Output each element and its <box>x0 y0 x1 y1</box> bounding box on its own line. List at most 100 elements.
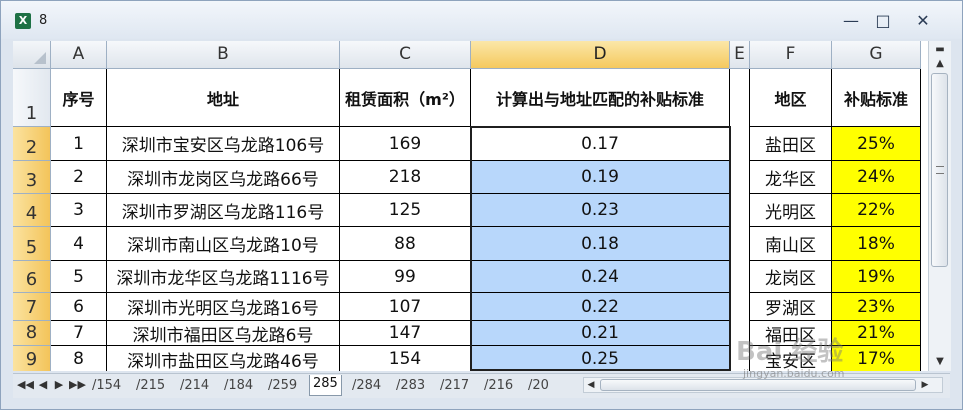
row-header-4[interactable]: 4 <box>13 194 51 227</box>
cell-area[interactable]: 107 <box>340 293 471 321</box>
first-sheet-icon[interactable]: ◀◀ <box>17 378 34 391</box>
column-header-e[interactable]: E <box>730 41 750 69</box>
cell-calc[interactable]: 0.23 <box>471 194 730 227</box>
column-header-g[interactable]: G <box>832 41 921 69</box>
sheet-tab-284[interactable]: /284 <box>349 377 384 395</box>
cell-e6[interactable] <box>730 261 750 293</box>
cell-address[interactable]: 深圳市福田区乌龙路6号 <box>107 321 340 346</box>
next-sheet-icon[interactable]: ▶ <box>53 378 65 391</box>
row-header-8[interactable]: 8 <box>13 321 51 346</box>
cell-calc[interactable]: 0.19 <box>471 161 730 194</box>
column-header-b[interactable]: B <box>107 41 340 69</box>
prev-sheet-icon[interactable]: ◀ <box>37 378 49 391</box>
cell-district[interactable]: 龙华区 <box>750 161 832 194</box>
cell-standard[interactable]: 18% <box>832 227 921 261</box>
cell-calc[interactable]: 0.21 <box>471 321 730 346</box>
cell-standard[interactable]: 24% <box>832 161 921 194</box>
cell-address[interactable]: 深圳市龙岗区乌龙路66号 <box>107 161 340 194</box>
cell-seq[interactable]: 2 <box>51 161 107 194</box>
column-header-c[interactable]: C <box>340 41 471 69</box>
row-header-9[interactable]: 9 <box>13 346 51 371</box>
cell-e5[interactable] <box>730 227 750 261</box>
cell-e1[interactable] <box>730 69 750 127</box>
horizontal-scroll-thumb[interactable] <box>600 379 916 391</box>
cell-standard[interactable]: 22% <box>832 194 921 227</box>
cell-area[interactable]: 218 <box>340 161 471 194</box>
column-header-a[interactable]: A <box>51 41 107 69</box>
cell-address[interactable]: 深圳市光明区乌龙路16号 <box>107 293 340 321</box>
header-cell-seq[interactable]: 序号 <box>51 69 107 127</box>
sheet-tab-214[interactable]: /214 <box>177 377 212 395</box>
cell-calc[interactable]: 0.24 <box>471 261 730 293</box>
cell-standard[interactable]: 23% <box>832 293 921 321</box>
cell-seq[interactable]: 6 <box>51 293 107 321</box>
scroll-down-arrow-icon[interactable]: ▼ <box>932 355 948 369</box>
sheet-tab-217[interactable]: /217 <box>437 377 472 395</box>
cell-standard[interactable]: 21% <box>832 321 921 346</box>
last-sheet-icon[interactable]: ▶▶ <box>69 378 86 391</box>
scroll-right-arrow-icon[interactable]: ▶ <box>918 378 932 392</box>
vertical-scroll-thumb[interactable] <box>931 73 948 267</box>
cell-district[interactable]: 罗湖区 <box>750 293 832 321</box>
cell-district[interactable]: 南山区 <box>750 227 832 261</box>
close-icon[interactable]: ✕ <box>909 11 937 31</box>
cell-seq[interactable]: 1 <box>51 127 107 161</box>
select-all-corner[interactable] <box>13 41 51 69</box>
row-header-7[interactable]: 7 <box>13 293 51 321</box>
cell-calc[interactable]: 0.17 <box>471 127 730 161</box>
cell-district[interactable]: 龙岗区 <box>750 261 832 293</box>
cell-area[interactable]: 88 <box>340 227 471 261</box>
cell-calc[interactable]: 0.22 <box>471 293 730 321</box>
cell-address[interactable]: 深圳市宝安区乌龙路106号 <box>107 127 340 161</box>
cell-address[interactable]: 深圳市罗湖区乌龙路116号 <box>107 194 340 227</box>
scroll-left-arrow-icon[interactable]: ◀ <box>584 378 598 392</box>
title-bar[interactable]: X 8 — □ ✕ <box>1 1 962 39</box>
header-cell-standard[interactable]: 补贴标准 <box>832 69 921 127</box>
cell-area[interactable]: 125 <box>340 194 471 227</box>
cell-area[interactable]: 154 <box>340 346 471 371</box>
column-header-d[interactable]: D <box>471 41 730 69</box>
row-header-6[interactable]: 6 <box>13 261 51 293</box>
cell-district[interactable]: 盐田区 <box>750 127 832 161</box>
header-cell-address[interactable]: 地址 <box>107 69 340 127</box>
worksheet-grid[interactable]: A B C D E F G 1 2 3 4 5 6 7 8 9 序号 地址 租赁面积（m²） 计算出与地址匹配的补贴标… <box>13 41 928 371</box>
cell-standard[interactable]: 19% <box>832 261 921 293</box>
cell-standard[interactable]: 17% <box>832 346 921 371</box>
cell-e2[interactable] <box>730 127 750 161</box>
row-header-1[interactable]: 1 <box>13 69 51 127</box>
header-cell-district[interactable]: 地区 <box>750 69 832 127</box>
minimize-icon[interactable]: — <box>837 11 865 31</box>
sheet-tab-285[interactable]: 285 <box>309 375 342 396</box>
column-header-f[interactable]: F <box>750 41 832 69</box>
cell-area[interactable]: 169 <box>340 127 471 161</box>
vertical-scrollbar[interactable]: ▬ ▲ ▼ <box>928 41 951 371</box>
cell-e4[interactable] <box>730 194 750 227</box>
cell-calc[interactable]: 0.18 <box>471 227 730 261</box>
cell-e7[interactable] <box>730 293 750 321</box>
row-header-5[interactable]: 5 <box>13 227 51 261</box>
sheet-tab-154[interactable]: /154 <box>89 377 124 395</box>
header-cell-calc[interactable]: 计算出与地址匹配的补贴标准 <box>471 69 730 127</box>
sheet-tab-216[interactable]: /216 <box>481 377 516 395</box>
sheet-tab-20[interactable]: /20 <box>525 377 552 395</box>
sheet-tab-259[interactable]: /259 <box>265 377 300 395</box>
cell-seq[interactable]: 5 <box>51 261 107 293</box>
cell-e3[interactable] <box>730 161 750 194</box>
cell-standard[interactable]: 25% <box>832 127 921 161</box>
cell-area[interactable]: 147 <box>340 321 471 346</box>
header-cell-area[interactable]: 租赁面积（m²） <box>340 69 471 127</box>
row-header-2[interactable]: 2 <box>13 127 51 161</box>
cell-address[interactable]: 深圳市龙华区乌龙路1116号 <box>107 261 340 293</box>
cell-seq[interactable]: 8 <box>51 346 107 371</box>
split-handle[interactable]: ▬ <box>932 43 948 57</box>
cell-district[interactable]: 光明区 <box>750 194 832 227</box>
row-header-3[interactable]: 3 <box>13 161 51 194</box>
cell-address[interactable]: 深圳市盐田区乌龙路46号 <box>107 346 340 371</box>
sheet-tab-283[interactable]: /283 <box>393 377 428 395</box>
cell-seq[interactable]: 7 <box>51 321 107 346</box>
sheet-tab-184[interactable]: /184 <box>221 377 256 395</box>
restore-icon[interactable]: □ <box>869 11 897 31</box>
cell-area[interactable]: 99 <box>340 261 471 293</box>
cell-address[interactable]: 深圳市南山区乌龙路10号 <box>107 227 340 261</box>
cell-seq[interactable]: 4 <box>51 227 107 261</box>
